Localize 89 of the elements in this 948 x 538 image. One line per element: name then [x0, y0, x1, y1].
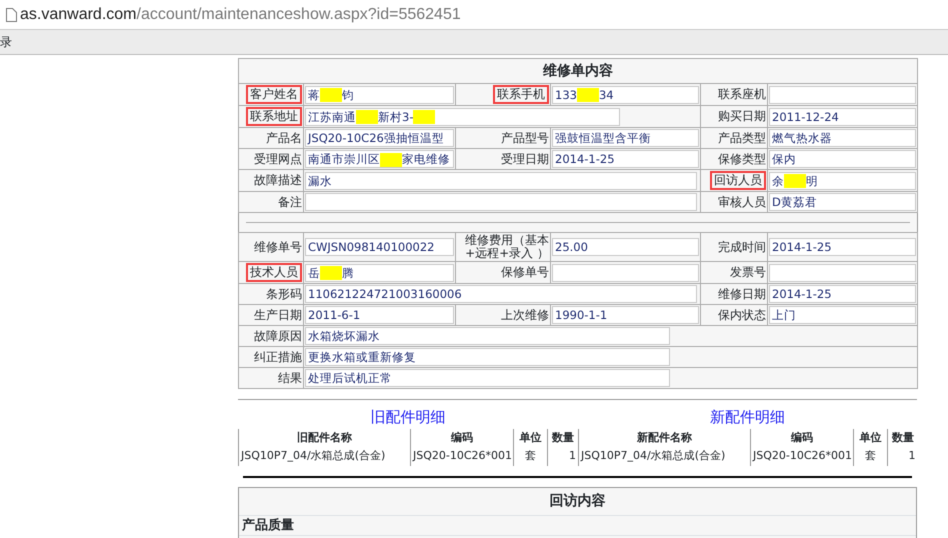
- field-label: 客户姓名: [246, 85, 302, 104]
- text-field[interactable]: 更换水箱或重新修复: [305, 348, 670, 366]
- field-label: 产品名: [266, 130, 302, 144]
- text-field[interactable]: 25.00: [552, 238, 699, 256]
- text-field[interactable]: 处理后试机正常: [305, 369, 670, 387]
- field-label: 维修日期: [718, 286, 766, 300]
- field-label: 备注: [278, 194, 302, 208]
- field-label: 受理网点: [254, 152, 302, 166]
- field-label: 故障原因: [254, 328, 302, 342]
- redaction-mark: [320, 266, 342, 280]
- field-label: 技术人员: [246, 263, 302, 282]
- table-cell: 套: [525, 449, 536, 462]
- text-field[interactable]: 余 明: [769, 172, 916, 190]
- column-header: 编码: [451, 430, 473, 444]
- text-field[interactable]: 上门: [769, 306, 916, 324]
- text-field[interactable]: 2011-12-24: [769, 108, 916, 126]
- section-heading: 新配件明细: [709, 407, 786, 428]
- field-label: 保内状态: [718, 308, 766, 322]
- field-label: 受理日期: [501, 152, 549, 166]
- field-label: 联系手机: [493, 85, 549, 104]
- field-label: 保修单号: [501, 265, 549, 279]
- text-field[interactable]: 110621224721003160006: [305, 285, 697, 303]
- text-field[interactable]: [769, 86, 916, 104]
- text-field[interactable]: 南通市崇川区 家电维修: [305, 150, 454, 168]
- table-cell: JSQ20-10C26*001: [753, 449, 852, 462]
- redaction-mark: [784, 174, 806, 188]
- field-label: 生产日期: [254, 308, 302, 322]
- table-cell: JSQ10P7_04/水箱总成(合金): [241, 449, 386, 462]
- field-label: 纠正措施: [254, 350, 302, 364]
- section-title: 回访内容: [550, 492, 606, 508]
- table-cell: JSQ10P7_04/水箱总成(合金): [581, 449, 726, 462]
- text-field[interactable]: 强鼓恒温型含平衡: [552, 129, 699, 147]
- redaction-mark: [320, 88, 342, 102]
- field-label: 结果: [278, 370, 302, 384]
- column-header: 旧配件名称: [297, 430, 352, 444]
- url-field[interactable]: as.vanward.com/account/maintenanceshow.aspx?id=5562451: [20, 2, 461, 26]
- redaction-mark: [576, 88, 599, 102]
- table-cell: 套: [865, 449, 876, 462]
- column-header: 数量: [552, 430, 574, 444]
- text-field[interactable]: 水箱烧坏漏水: [305, 327, 670, 345]
- text-field[interactable]: CWJSN098140100022: [305, 238, 454, 256]
- redaction-mark: [356, 110, 378, 124]
- field-label: 保修类型: [718, 152, 766, 166]
- text-field[interactable]: 漏水: [305, 172, 697, 190]
- field-label: 产品型号: [501, 130, 549, 144]
- table-cell: JSQ20-10C26*001: [413, 449, 512, 462]
- text-field[interactable]: 2011-6-1: [305, 306, 454, 324]
- text-field[interactable]: 燃气热水器: [769, 129, 916, 147]
- field-label: 完成时间: [718, 240, 766, 254]
- text-field[interactable]: 133 34: [552, 86, 699, 104]
- text-field[interactable]: 江苏南通 新村3-: [305, 108, 620, 126]
- field-label: 发票号: [730, 265, 766, 279]
- text-field[interactable]: [305, 193, 697, 211]
- section-label: 产品质量: [242, 518, 294, 532]
- field-label: 购买日期: [718, 109, 766, 123]
- redaction-mark: [380, 152, 402, 167]
- text-field[interactable]: 2014-1-25: [552, 150, 699, 168]
- field-label: 联系座机: [718, 87, 766, 101]
- text-field[interactable]: [552, 264, 699, 282]
- field-label: 联系地址: [246, 107, 302, 126]
- form-title: 维修单内容: [543, 62, 614, 78]
- text-field[interactable]: 2014-1-25: [769, 285, 916, 303]
- column-header: 单位: [860, 430, 882, 444]
- field-label: 审核人员: [718, 194, 766, 208]
- redaction-mark: [413, 110, 436, 124]
- text-field[interactable]: 蒋 钧: [305, 86, 454, 104]
- text-field[interactable]: 保内: [769, 150, 916, 168]
- field-label: 维修费用（基本+远程+录入 ）: [465, 233, 549, 260]
- field-label: 条形码: [266, 286, 302, 300]
- text-field[interactable]: 岳 腾: [305, 264, 454, 282]
- column-header: 编码: [791, 430, 813, 444]
- column-header: 数量: [892, 430, 914, 444]
- column-header: 新配件名称: [637, 430, 692, 444]
- field-label: 回访人员: [710, 171, 766, 190]
- text-field[interactable]: 2014-1-25: [769, 238, 916, 256]
- column-header: 单位: [520, 430, 542, 444]
- text-field[interactable]: [769, 264, 916, 282]
- field-label: 维修单号: [254, 240, 302, 254]
- bookmark-item[interactable]: 录: [0, 33, 12, 51]
- section-heading: 旧配件明细: [370, 407, 446, 428]
- field-label: 产品类型: [718, 130, 766, 144]
- table-cell: 1: [908, 449, 916, 462]
- text-field[interactable]: JSQ20-10C26强抽恒温型: [305, 129, 454, 147]
- field-label: 故障描述: [254, 173, 302, 187]
- field-label: 上次维修: [501, 308, 549, 322]
- table-cell: 1: [569, 449, 576, 462]
- text-field[interactable]: D黄荔君: [769, 193, 916, 211]
- text-field[interactable]: 1990-1-1: [552, 306, 699, 324]
- page-icon: [6, 8, 17, 22]
